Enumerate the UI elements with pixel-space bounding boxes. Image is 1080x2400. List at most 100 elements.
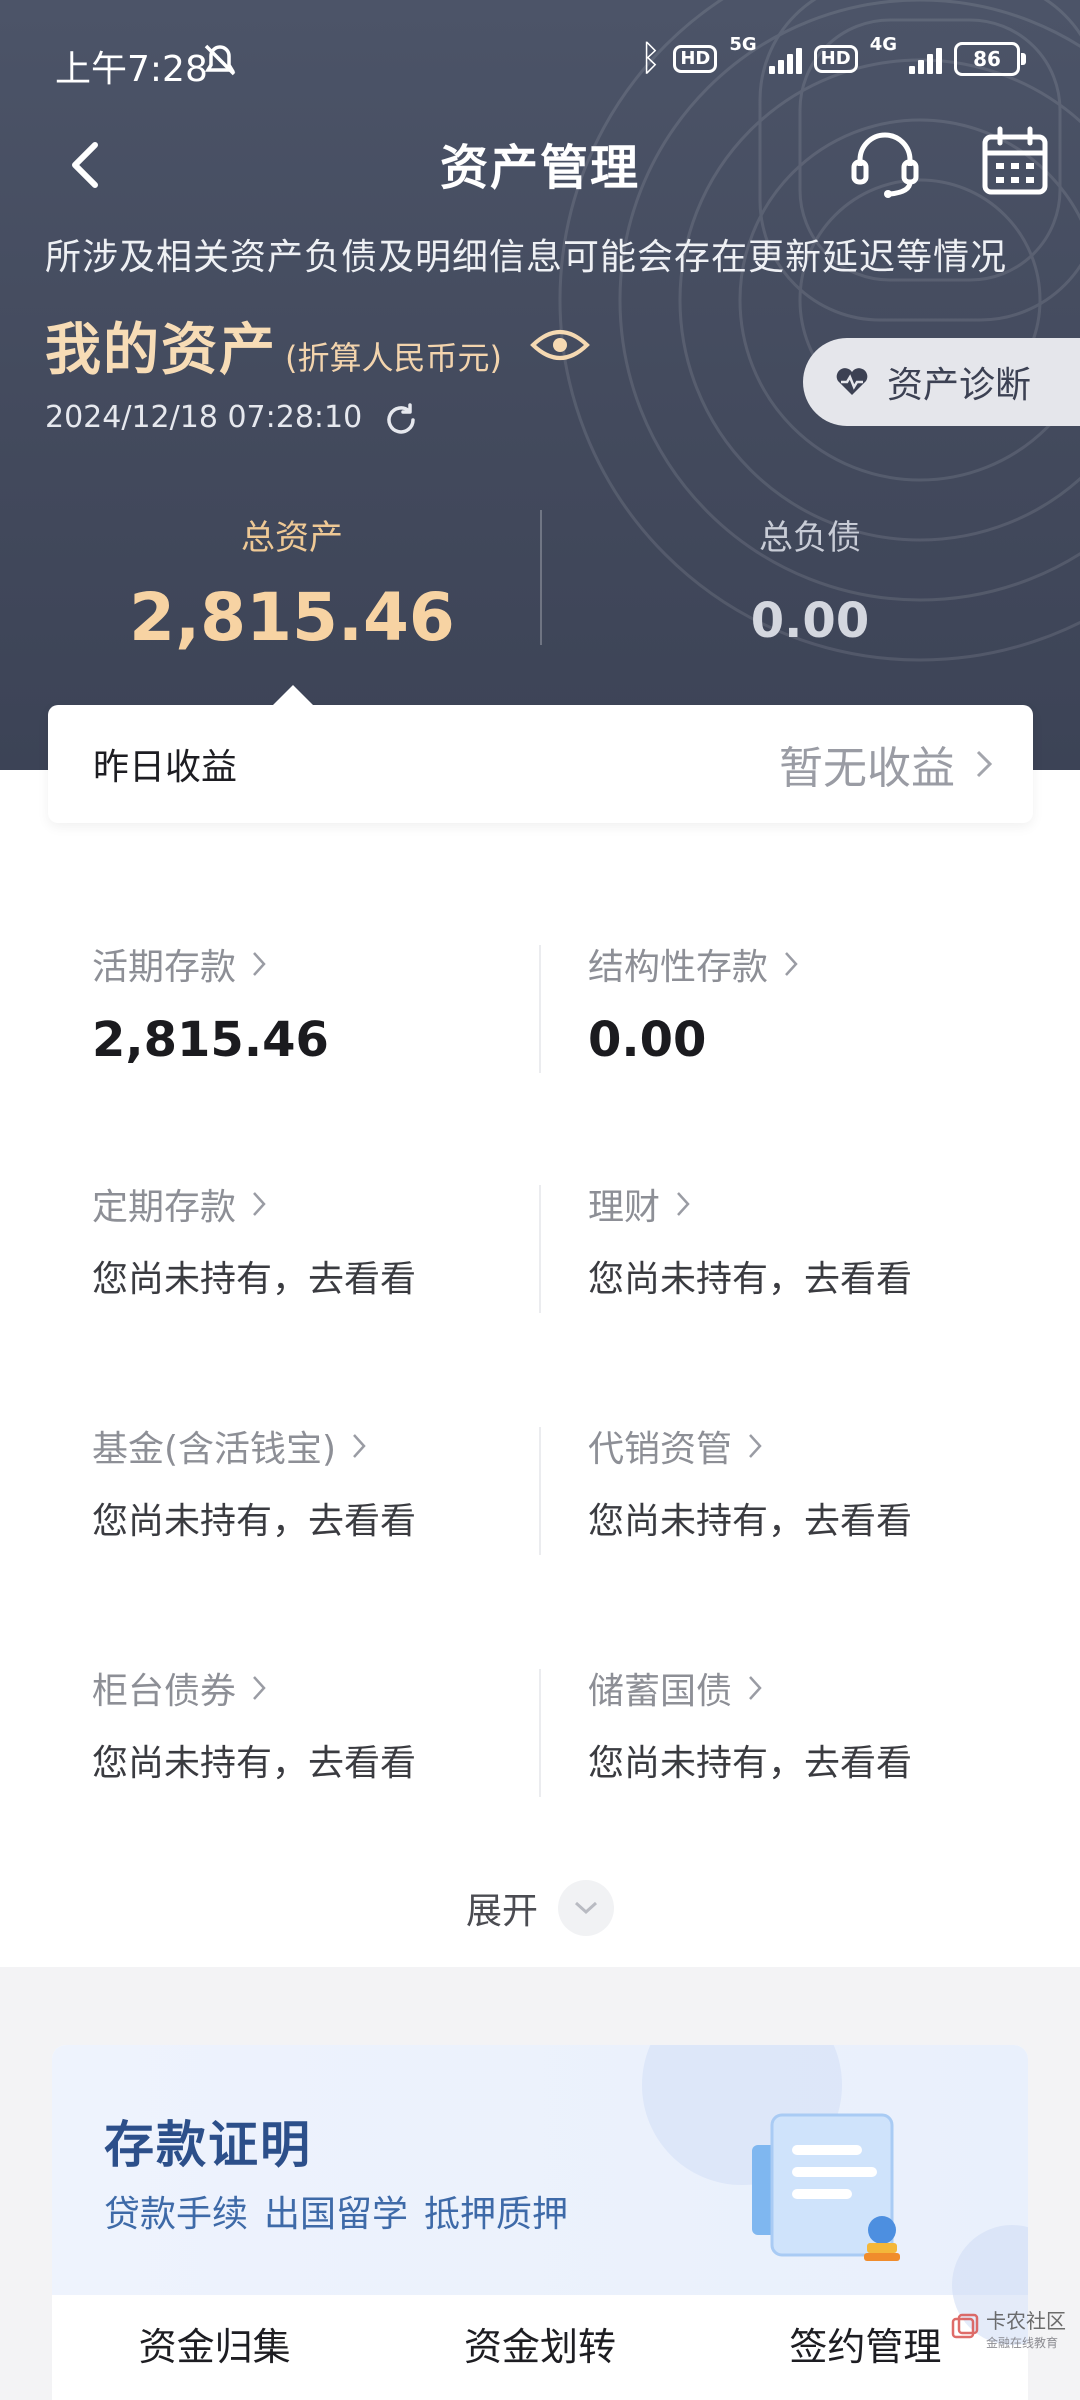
asset-item-name: 定期存款 — [92, 1187, 237, 1228]
asset-item-name: 结构性存款 — [588, 947, 769, 988]
update-timestamp: 2024/12/18 07:28:10 — [45, 400, 363, 435]
watermark-name: 卡农社区 — [986, 2309, 1066, 2333]
total-liabilities[interactable]: 总负债 0.00 — [540, 510, 1080, 649]
fund-transfer-button[interactable]: 资金划转 — [377, 2295, 702, 2400]
hd-badge-2: HD — [813, 44, 858, 73]
chevron-right-icon — [749, 1434, 762, 1458]
chevron-right-icon — [677, 1192, 690, 1216]
asset-item-value: 2,815.46 — [92, 1012, 329, 1068]
certificate-document-icon — [752, 2113, 900, 2261]
fund-collection-button[interactable]: 资金归集 — [52, 2295, 377, 2400]
status-time: 上午7:28 — [55, 49, 208, 90]
deposit-certificate-actions: 资金归集 资金划转 签约管理 — [52, 2295, 1028, 2400]
chevron-right-icon — [749, 1676, 762, 1700]
my-assets-title: 我的资产 — [45, 318, 277, 383]
network-4g-label: 4G — [869, 34, 897, 55]
calendar-icon[interactable] — [980, 125, 1050, 197]
asset-diagnosis-button[interactable]: 资产诊断 — [803, 338, 1080, 426]
asset-item-label: 定期存款 — [92, 1178, 592, 1230]
asset-item-agency-asset-mgmt[interactable]: 代销资管 您尚未持有，去看看 — [588, 1420, 1080, 1560]
asset-item-name: 储蓄国债 — [588, 1671, 733, 1712]
column-divider — [539, 1427, 541, 1555]
asset-item-savings-bonds[interactable]: 储蓄国债 您尚未持有，去看看 — [588, 1662, 1080, 1802]
signal-icon — [768, 44, 802, 74]
asset-item-label: 结构性存款 — [588, 938, 1080, 990]
certificate-tag: 抵押质押 — [424, 2194, 569, 2235]
asset-item-value: 您尚未持有，去看看 — [92, 1501, 417, 1542]
bluetooth-icon: ᛒ — [639, 38, 662, 79]
delay-notice: 所涉及相关资产负债及明细信息可能会存在更新延迟等情况 — [45, 237, 1008, 278]
asset-item-name: 柜台债券 — [92, 1671, 237, 1712]
chevron-right-icon — [253, 1192, 266, 1216]
headset-icon[interactable] — [848, 126, 922, 200]
watermark-tagline: 金融在线教育 — [986, 2336, 1059, 2350]
asset-item-label: 代销资管 — [588, 1420, 1080, 1472]
asset-diagnosis-label: 资产诊断 — [887, 365, 1032, 406]
asset-item-fund[interactable]: 基金(含活钱宝) 您尚未持有，去看看 — [92, 1420, 592, 1560]
chevron-right-icon — [253, 1676, 266, 1700]
column-divider — [539, 1185, 541, 1313]
asset-item-counter-bonds[interactable]: 柜台债券 您尚未持有，去看看 — [92, 1662, 592, 1802]
asset-item-label: 柜台债券 — [92, 1662, 592, 1714]
asset-item-value: 您尚未持有，去看看 — [588, 1259, 913, 1300]
asset-item-structured-deposit[interactable]: 结构性存款 0.00 — [588, 938, 1080, 1078]
asset-item-value: 您尚未持有，去看看 — [92, 1259, 417, 1300]
totals-summary: 总资产 2,815.46 总负债 0.00 — [0, 510, 1080, 656]
certificate-tag: 出国留学 — [264, 2194, 409, 2235]
hd-badge: HD — [673, 44, 718, 73]
chevron-down-icon — [558, 1880, 614, 1936]
signal-icon-2 — [909, 44, 942, 74]
chevron-right-icon — [976, 750, 993, 778]
chevron-right-icon — [785, 952, 798, 976]
asset-management-screen: 上午7:28 ᛒ HD 5G HD 4G 86 资产管理 所涉及相关资产负债及明… — [0, 0, 1080, 2400]
bell-muted-icon — [204, 44, 236, 76]
asset-item-label: 基金(含活钱宝) — [92, 1420, 592, 1472]
asset-item-label: 活期存款 — [92, 938, 592, 990]
my-assets-heading: 我的资产 (折算人民币元) — [45, 305, 502, 386]
heart-pulse-icon — [836, 368, 868, 395]
refresh-icon[interactable] — [383, 402, 419, 438]
yesterday-income-card[interactable]: 昨日收益 暂无收益 — [48, 685, 1033, 823]
asset-item-name: 活期存款 — [92, 947, 237, 988]
asset-item-value: 0.00 — [588, 1012, 707, 1068]
asset-item-label: 理财 — [588, 1178, 1080, 1230]
watermark-text: 卡农社区 金融在线教育 — [986, 2305, 1066, 2351]
total-assets[interactable]: 总资产 2,815.46 — [22, 510, 562, 656]
eye-icon[interactable] — [530, 325, 590, 365]
column-divider — [539, 1669, 541, 1797]
asset-item-label: 储蓄国债 — [588, 1662, 1080, 1714]
total-liabilities-value: 0.00 — [750, 593, 870, 649]
deposit-certificate-banner[interactable]: 存款证明 贷款手续 出国留学 抵押质押 — [52, 2045, 1028, 2345]
chevron-right-icon — [253, 952, 266, 976]
asset-item-name: 基金(含活钱宝) — [92, 1429, 337, 1470]
deposit-certificate-tags: 贷款手续 出国留学 抵押质押 — [104, 2185, 568, 2237]
deposit-certificate-card: 存款证明 贷款手续 出国留学 抵押质押 资金归集 资金划转 签约管理 — [52, 2045, 1028, 2400]
status-indicators: ᛒ HD 5G HD 4G 86 — [639, 34, 1026, 79]
expand-button[interactable]: 展开 — [0, 1880, 1080, 1936]
header-panel: 上午7:28 ᛒ HD 5G HD 4G 86 资产管理 所涉及相关资产负债及明… — [0, 0, 1080, 770]
asset-item-value: 您尚未持有，去看看 — [92, 1743, 417, 1784]
total-assets-label: 总资产 — [241, 518, 343, 558]
asset-item-demand-deposit[interactable]: 活期存款 2,815.46 — [92, 938, 592, 1078]
column-divider — [539, 945, 541, 1073]
yesterday-income-label: 昨日收益 — [93, 747, 238, 788]
total-liabilities-label: 总负债 — [759, 518, 861, 558]
asset-item-time-deposit[interactable]: 定期存款 您尚未持有，去看看 — [92, 1178, 592, 1318]
deposit-certificate-title: 存款证明 — [104, 2116, 312, 2174]
asset-item-wealth-management[interactable]: 理财 您尚未持有，去看看 — [588, 1178, 1080, 1318]
asset-breakdown: 活期存款 2,815.46 结构性存款 0.00 定期存款 您尚未持有，去看看 … — [0, 770, 1080, 1967]
network-5g-label: 5G — [729, 34, 757, 55]
asset-item-value: 您尚未持有，去看看 — [588, 1501, 913, 1542]
yesterday-income-text: 暂无收益 — [779, 743, 955, 794]
expand-label: 展开 — [465, 1891, 538, 1932]
total-assets-value: 2,815.46 — [129, 579, 455, 656]
watermark-logo-icon — [951, 2313, 979, 2339]
chevron-right-icon — [353, 1434, 366, 1458]
asset-item-value: 您尚未持有，去看看 — [588, 1743, 913, 1784]
watermark: 卡农社区 金融在线教育 — [950, 2305, 1066, 2351]
status-bar: 上午7:28 ᛒ HD 5G HD 4G 86 — [0, 0, 1080, 120]
yesterday-income-value: 暂无收益 — [779, 732, 993, 796]
certificate-tag: 贷款手续 — [104, 2194, 249, 2235]
currency-note: (折算人民币元) — [285, 339, 502, 377]
battery-icon: 86 — [954, 41, 1026, 76]
